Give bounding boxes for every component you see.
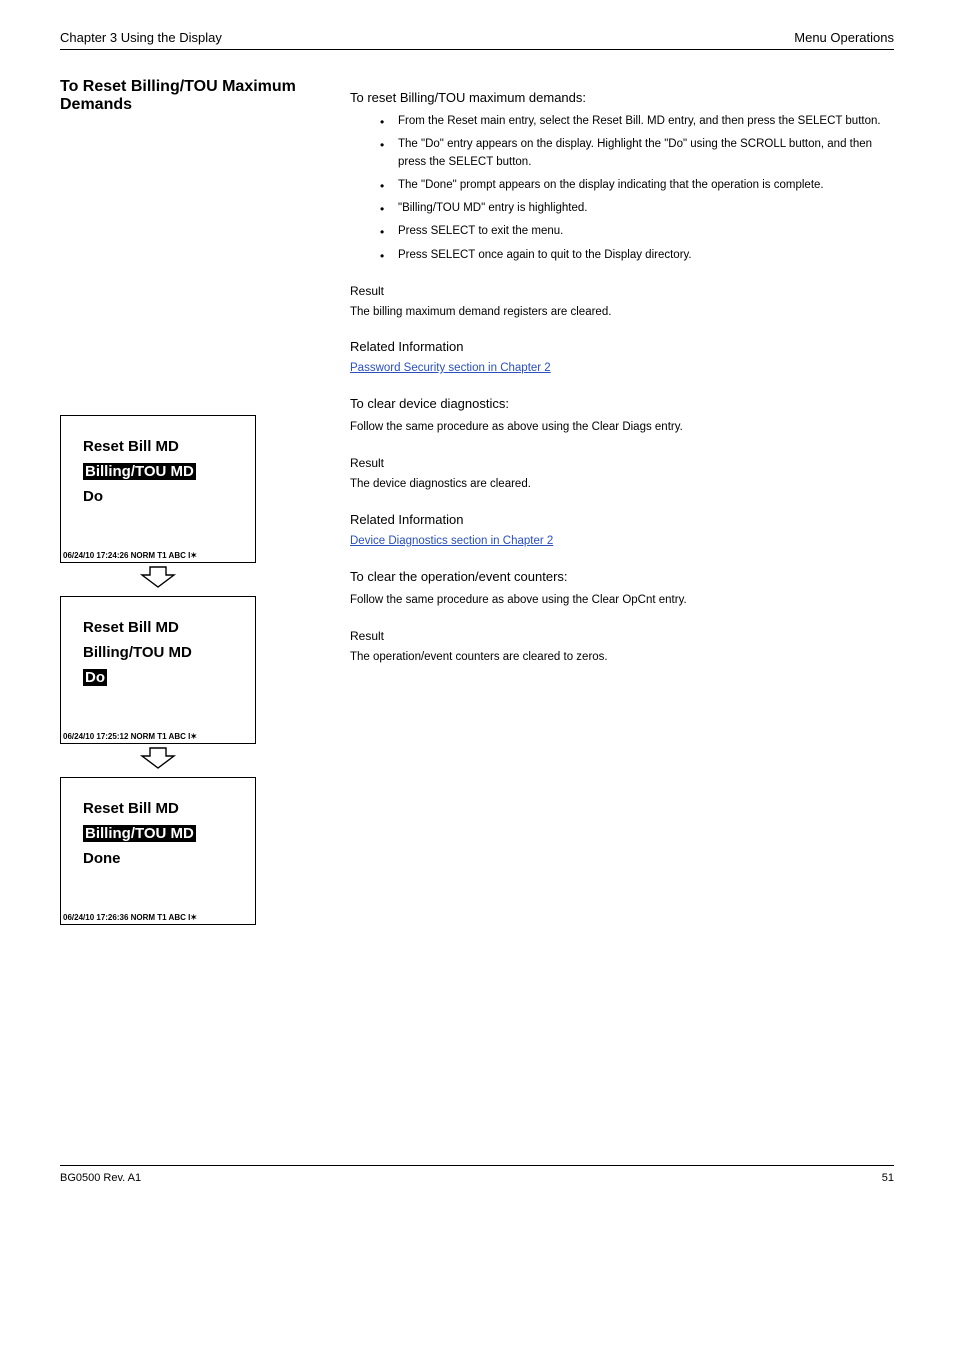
panel3-title: Reset Bill MD: [83, 800, 241, 817]
result-block-2: Result The device diagnostics are cleare…: [350, 456, 894, 493]
related-1: Related Information Password Security se…: [350, 339, 894, 376]
bullet-item: The "Done" prompt appears on the display…: [380, 177, 894, 194]
result-text: The billing maximum demand registers are…: [350, 304, 894, 321]
bullet-item: Press SELECT to exit the menu.: [380, 223, 894, 240]
panel3-line2: Billing/TOU MD: [83, 825, 196, 842]
panel1-title: Reset Bill MD: [83, 438, 241, 455]
panel2-line2: Billing/TOU MD: [83, 644, 241, 661]
page-header: Chapter 3 Using the Display Menu Operati…: [60, 0, 894, 50]
body-text-3: Follow the same procedure as above using…: [350, 592, 894, 609]
panel2-status: 06/24/10 17:25:12 NORM T1 ABC I✶: [63, 732, 253, 741]
device-screen-3: Reset Bill MD Billing/TOU MD Done 06/24/…: [60, 777, 256, 925]
result-block-1: Result The billing maximum demand regist…: [350, 284, 894, 321]
panel1-status: 06/24/10 17:24:26 NORM T1 ABC I✶: [63, 551, 253, 560]
related-heading: Related Information: [350, 512, 894, 527]
result-label: Result: [350, 456, 894, 470]
body-text-2: Follow the same procedure as above using…: [350, 419, 894, 436]
result-label: Result: [350, 284, 894, 298]
arrow-down-icon: [60, 566, 256, 593]
panel1-line2: Billing/TOU MD: [83, 463, 196, 480]
spacer: [60, 140, 310, 415]
instruction-list: From the Reset main entry, select the Re…: [350, 113, 894, 264]
panel3-status: 06/24/10 17:26:36 NORM T1 ABC I✶: [63, 913, 253, 922]
panel2-action: Do: [83, 669, 107, 686]
panel3-action: Done: [83, 850, 241, 867]
bullet-item: The "Do" entry appears on the display. H…: [380, 136, 894, 171]
arrow-down-icon: [60, 747, 256, 774]
device-screen-2: Reset Bill MD Billing/TOU MD Do 06/24/10…: [60, 596, 256, 744]
related-link-2[interactable]: Device Diagnostics section in Chapter 2: [350, 535, 553, 547]
section-heading: To Reset Billing/TOU Maximum Demands: [60, 78, 310, 114]
page-footer: BG0500 Rev. A1 51: [60, 1165, 894, 1184]
subhead-1: To reset Billing/TOU maximum demands:: [350, 90, 894, 105]
chapter-title: Chapter 3 Using the Display: [60, 30, 222, 45]
right-column: To reset Billing/TOU maximum demands: Fr…: [350, 78, 894, 925]
subhead-3: To clear the operation/event counters:: [350, 569, 894, 584]
subhead-2: To clear device diagnostics:: [350, 396, 894, 411]
result-label: Result: [350, 629, 894, 643]
result-block-3: Result The operation/event counters are …: [350, 629, 894, 666]
main-content: To Reset Billing/TOU Maximum Demands Res…: [60, 78, 894, 925]
footer-left: BG0500 Rev. A1: [60, 1172, 141, 1184]
device-screen-1: Reset Bill MD Billing/TOU MD Do 06/24/10…: [60, 415, 256, 563]
panel1-action: Do: [83, 488, 241, 505]
bullet-item: Press SELECT once again to quit to the D…: [380, 247, 894, 264]
result-text: The device diagnostics are cleared.: [350, 476, 894, 493]
result-text: The operation/event counters are cleared…: [350, 649, 894, 666]
footer-page-number: 51: [882, 1172, 894, 1184]
related-2: Related Information Device Diagnostics s…: [350, 512, 894, 549]
related-link-1[interactable]: Password Security section in Chapter 2: [350, 362, 551, 374]
bullet-item: From the Reset main entry, select the Re…: [380, 113, 894, 130]
related-heading: Related Information: [350, 339, 894, 354]
panel2-title: Reset Bill MD: [83, 619, 241, 636]
doc-title: Menu Operations: [794, 30, 894, 45]
bullet-item: "Billing/TOU MD" entry is highlighted.: [380, 200, 894, 217]
left-column: To Reset Billing/TOU Maximum Demands Res…: [60, 78, 310, 925]
